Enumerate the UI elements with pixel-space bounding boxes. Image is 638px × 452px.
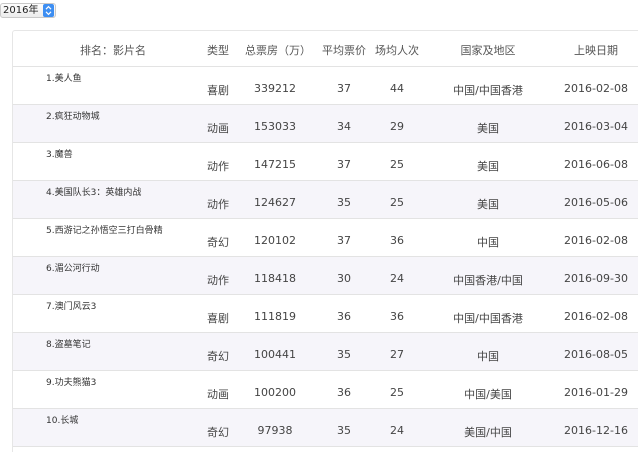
header-box-office: 总票房（万） bbox=[245, 44, 311, 57]
box-office-value: 118418 bbox=[254, 272, 296, 285]
release-date-value: 2016-09-30 bbox=[564, 272, 628, 285]
release-date-value: 2016-06-08 bbox=[564, 158, 628, 171]
avg-price-value: 37 bbox=[337, 82, 351, 95]
avg-price-value: 36 bbox=[337, 386, 351, 399]
movie-type: 动画 bbox=[207, 122, 229, 135]
avg-attendance-value: 36 bbox=[390, 310, 404, 323]
avg-price-value: 35 bbox=[337, 196, 351, 209]
movie-type: 喜剧 bbox=[207, 312, 229, 325]
table-header: 排名：影片名 类型 总票房（万） 平均票价 场均人次 国家及地区 上映日期 bbox=[13, 31, 638, 67]
movie-type: 奇幻 bbox=[207, 350, 229, 363]
header-avg-price: 平均票价 bbox=[322, 44, 366, 57]
table-row[interactable]: 10.长城奇幻 97938 35 24 美国/中国 2016-12-16 bbox=[13, 409, 638, 447]
release-date-value: 2016-02-08 bbox=[564, 310, 628, 323]
header-type: 类型 bbox=[207, 44, 229, 57]
release-date-value: 2016-08-05 bbox=[564, 348, 628, 361]
avg-price-value: 36 bbox=[337, 310, 351, 323]
movie-name: 2.疯狂动物城 bbox=[46, 112, 100, 122]
year-select[interactable]: 2016年 bbox=[0, 3, 57, 18]
region-value: 美国 bbox=[477, 198, 499, 211]
release-date-value: 2016-05-06 bbox=[564, 196, 628, 209]
movie-type: 动作 bbox=[207, 160, 229, 173]
table-row[interactable]: 5.西游记之孙悟空三打白骨精奇幻 120102 37 36 中国 2016-02-08 bbox=[13, 219, 638, 257]
table-row[interactable]: 3.魔兽动作 147215 37 25 美国 2016-06-08 bbox=[13, 143, 638, 181]
box-office-value: 100441 bbox=[254, 348, 296, 361]
avg-price-value: 35 bbox=[337, 348, 351, 361]
header-rank-name: 排名：影片名 bbox=[80, 44, 146, 57]
movie-name: 8.盗墓笔记 bbox=[46, 340, 91, 350]
select-arrows-icon bbox=[43, 4, 55, 17]
movie-name: 3.魔兽 bbox=[46, 150, 73, 160]
region-value: 中国/中国香港 bbox=[453, 312, 523, 325]
movie-name: 5.西游记之孙悟空三打白骨精 bbox=[46, 226, 163, 236]
avg-price-value: 35 bbox=[337, 424, 351, 437]
year-select-value: 2016年 bbox=[3, 5, 39, 16]
release-date-value: 2016-02-08 bbox=[564, 234, 628, 247]
movie-name: 4.美国队长3：英雄内战 bbox=[46, 188, 142, 198]
release-date-value: 2016-01-29 bbox=[564, 386, 628, 399]
avg-attendance-value: 29 bbox=[390, 120, 404, 133]
movie-name: 1.美人鱼 bbox=[46, 74, 82, 84]
box-office-value: 124627 bbox=[254, 196, 296, 209]
avg-price-value: 37 bbox=[337, 234, 351, 247]
movie-type: 奇幻 bbox=[207, 426, 229, 439]
movie-name: 10.长城 bbox=[46, 416, 79, 426]
avg-attendance-value: 44 bbox=[390, 82, 404, 95]
avg-attendance-value: 25 bbox=[390, 386, 404, 399]
release-date-value: 2016-12-16 bbox=[564, 424, 628, 437]
avg-attendance-value: 36 bbox=[390, 234, 404, 247]
movie-type: 动作 bbox=[207, 274, 229, 287]
table-row[interactable]: 2.疯狂动物城动画 153033 34 29 美国 2016-03-04 bbox=[13, 105, 638, 143]
box-office-value: 153033 bbox=[254, 120, 296, 133]
region-value: 中国香港/中国 bbox=[453, 274, 523, 287]
header-region: 国家及地区 bbox=[460, 44, 516, 57]
avg-price-value: 30 bbox=[337, 272, 351, 285]
movie-type: 动作 bbox=[207, 198, 229, 211]
box-office-value: 339212 bbox=[254, 82, 296, 95]
table-row[interactable]: 6.湄公河行动动作 118418 30 24 中国香港/中国 2016-09-30 bbox=[13, 257, 638, 295]
table-row[interactable]: 7.澳门风云3 喜剧 111819 36 36 中国/中国香港 2016-02-08 bbox=[13, 295, 638, 333]
movie-name: 7.澳门风云3 bbox=[46, 302, 97, 312]
avg-attendance-value: 24 bbox=[390, 424, 404, 437]
box-office-page: 2016年 排名：影片名 类型 总票房（万） 平均票价 场均人次 国家及地区 上… bbox=[0, 0, 638, 452]
avg-attendance-value: 24 bbox=[390, 272, 404, 285]
avg-attendance-value: 25 bbox=[390, 158, 404, 171]
table-row[interactable]: 1.美人鱼喜剧 339212 37 44 中国/中国香港 2016-02-08 bbox=[13, 67, 638, 105]
table-row[interactable]: 4.美国队长3：英雄内战动作 124627 35 25 美国 2016-05-06 bbox=[13, 181, 638, 219]
table-row[interactable]: 8.盗墓笔记奇幻 100441 35 27 中国 2016-08-05 bbox=[13, 333, 638, 371]
box-office-value: 100200 bbox=[254, 386, 296, 399]
movie-name: 9.功夫熊猫3 bbox=[46, 378, 97, 388]
avg-price-value: 37 bbox=[337, 158, 351, 171]
box-office-value: 120102 bbox=[254, 234, 296, 247]
movie-type: 奇幻 bbox=[207, 236, 229, 249]
movie-type: 喜剧 bbox=[207, 84, 229, 97]
box-office-value: 147215 bbox=[254, 158, 296, 171]
region-value: 美国 bbox=[477, 122, 499, 135]
region-value: 美国/中国 bbox=[464, 426, 512, 439]
avg-attendance-value: 25 bbox=[390, 196, 404, 209]
avg-attendance-value: 27 bbox=[390, 348, 404, 361]
region-value: 中国/美国 bbox=[464, 388, 512, 401]
region-value: 美国 bbox=[477, 160, 499, 173]
box-office-value: 111819 bbox=[254, 310, 296, 323]
ranking-table: 排名：影片名 类型 总票房（万） 平均票价 场均人次 国家及地区 上映日期 1.… bbox=[12, 30, 638, 452]
release-date-value: 2016-02-08 bbox=[564, 82, 628, 95]
header-release-date: 上映日期 bbox=[574, 44, 618, 57]
box-office-value: 97938 bbox=[257, 424, 293, 437]
avg-price-value: 34 bbox=[337, 120, 351, 133]
release-date-value: 2016-03-04 bbox=[564, 120, 628, 133]
movie-type: 动画 bbox=[207, 388, 229, 401]
region-value: 中国 bbox=[477, 236, 499, 249]
table-row[interactable]: 9.功夫熊猫3 动画 100200 36 25 中国/美国 2016-01-29 bbox=[13, 371, 638, 409]
region-value: 中国/中国香港 bbox=[453, 84, 523, 97]
movie-name: 6.湄公河行动 bbox=[46, 264, 100, 274]
region-value: 中国 bbox=[477, 350, 499, 363]
header-avg-attendance: 场均人次 bbox=[375, 44, 419, 57]
